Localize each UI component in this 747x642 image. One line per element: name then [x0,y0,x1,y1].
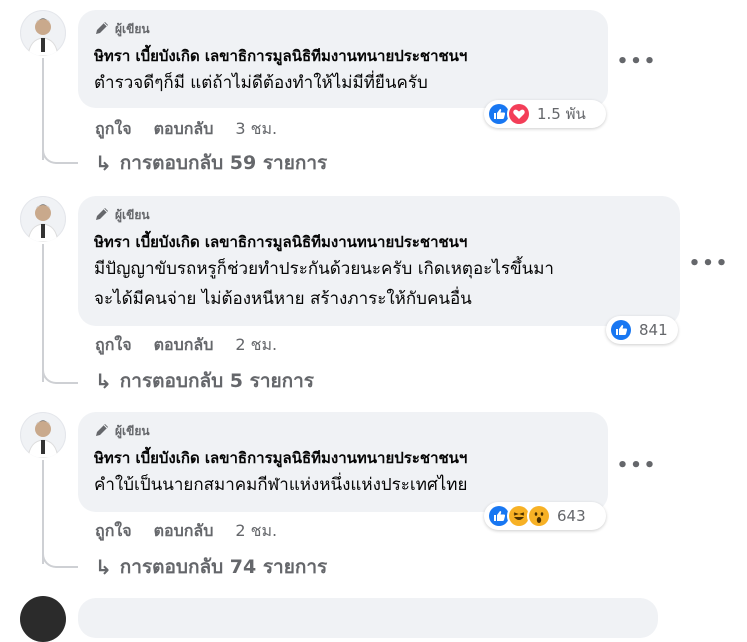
avatar[interactable] [20,196,66,242]
replies-count-label: การตอบกลับ 74 รายการ [119,556,328,578]
pencil-icon [94,20,110,39]
pencil-icon [94,206,110,225]
view-replies-link[interactable]: ↳ การตอบกลับ 59 รายการ [95,150,327,176]
reaction-summary[interactable]: 1.5 พัน [484,100,606,128]
comment-actions: ถูกใจ ตอบกลับ 2 ชม. [95,334,277,356]
love-icon [507,102,531,126]
like-button[interactable]: ถูกใจ [95,333,132,358]
comment-bubble: ผู้เขียน ษิทรา เบี้ยบังเกิด เลขาธิการมูล… [78,196,680,326]
reply-button[interactable]: ตอบกลับ [154,519,214,544]
thread-line [42,58,44,160]
comment-text: ตำรวจดีๆก็มี แต่ถ้าไม่ดีต้องทำให้ไม่มีที… [94,73,428,93]
thread-connector [42,368,78,384]
like-button[interactable]: ถูกใจ [95,519,132,544]
thread-connector [42,552,78,568]
author-badge-label: ผู้เขียน [115,21,150,36]
reaction-summary[interactable]: 643 [484,502,606,530]
timestamp[interactable]: 3 ชม. [235,117,277,142]
more-options-button[interactable]: ••• [617,44,656,78]
comment-text-line: มีปัญญาขับรถหรูก็ช่วยทำประกันด้วยนะครับ … [94,259,554,279]
reply-arrow-icon: ↳ [95,151,112,175]
thread-connector [42,148,78,164]
like-icon [609,318,633,342]
avatar[interactable] [20,10,66,56]
author-name[interactable]: ษิทรา เบี้ยบังเกิด เลขาธิการมูลนิธิทีมงา… [94,44,590,68]
reply-button[interactable]: ตอบกลับ [154,117,214,142]
author-badge: ผู้เขียน [94,206,662,224]
reply-arrow-icon: ↳ [95,555,112,579]
author-badge: ผู้เขียน [94,422,590,440]
reply-button[interactable]: ตอบกลับ [154,333,214,358]
comment-actions: ถูกใจ ตอบกลับ 3 ชม. [95,118,277,140]
comment-bubble: ผู้เขียน ษิทรา เบี้ยบังเกิด เลขาธิการมูล… [78,412,608,512]
avatar[interactable] [20,596,66,642]
timestamp[interactable]: 2 ชม. [235,333,277,358]
author-name[interactable]: ษิทรา เบี้ยบังเกิด เลขาธิการมูลนิธิทีมงา… [94,230,662,254]
view-replies-link[interactable]: ↳ การตอบกลับ 74 รายการ [95,554,327,580]
timestamp[interactable]: 2 ชม. [235,519,277,544]
more-options-button[interactable]: ••• [689,246,728,280]
author-badge-label: ผู้เขียน [115,207,150,222]
pencil-icon [94,422,110,441]
thread-line [42,460,44,564]
reaction-count: 1.5 พัน [537,105,586,123]
author-badge: ผู้เขียน [94,20,590,38]
comment-actions: ถูกใจ ตอบกลับ 2 ชม. [95,520,277,542]
comment-text: คำใบ้เป็นนายกสมาคมกีฬาแห่งหนึ่งแห่งประเท… [94,475,468,495]
author-badge-label: ผู้เขียน [115,423,150,438]
replies-count-label: การตอบกลับ 5 รายการ [119,370,314,392]
wow-icon [527,504,551,528]
comment-bubble: ผู้เขียน ษิทรา เบี้ยบังเกิด เลขาธิการมูล… [78,10,608,108]
avatar[interactable] [20,412,66,458]
thread-line [42,244,44,382]
view-replies-link[interactable]: ↳ การตอบกลับ 5 รายการ [95,368,314,394]
like-button[interactable]: ถูกใจ [95,117,132,142]
more-options-button[interactable]: ••• [617,448,656,482]
reaction-count: 841 [639,321,668,339]
reply-arrow-icon: ↳ [95,369,112,393]
comment-bubble [78,598,658,638]
reaction-count: 643 [557,507,586,525]
reaction-summary[interactable]: 841 [606,316,678,344]
replies-count-label: การตอบกลับ 59 รายการ [119,152,328,174]
author-name[interactable]: ษิทรา เบี้ยบังเกิด เลขาธิการมูลนิธิทีมงา… [94,446,590,470]
comment-text-line: จะได้มีคนจ่าย ไม่ต้องหนีหาย สร้างภาระให้… [94,289,472,309]
